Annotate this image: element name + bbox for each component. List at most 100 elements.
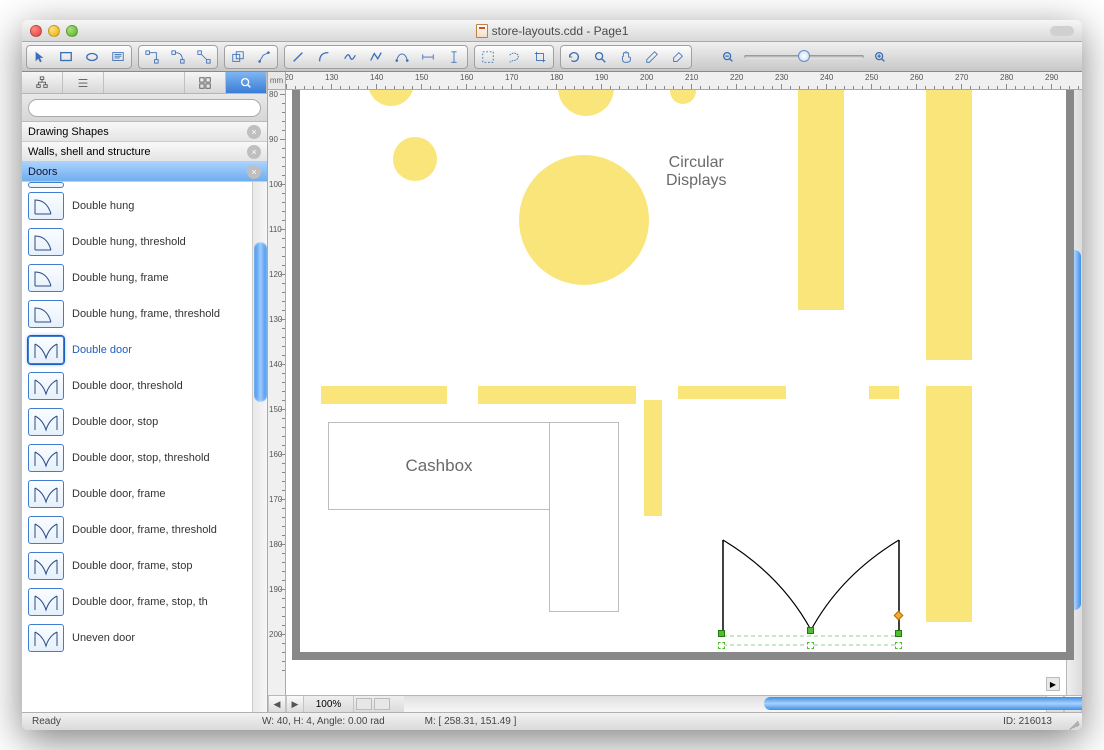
display-circle[interactable]	[519, 155, 649, 285]
category-close-icon[interactable]: ×	[247, 145, 261, 159]
connector-tool-icon[interactable]	[140, 47, 164, 67]
bar-shape[interactable]	[644, 400, 662, 516]
dimension-v-icon[interactable]	[442, 47, 466, 67]
page-tab[interactable]	[374, 698, 390, 710]
hscroll-left-icon[interactable]: ◀	[268, 696, 286, 712]
shape-list-item[interactable]: Double door	[22, 332, 267, 368]
bar-shape[interactable]	[478, 386, 636, 404]
list-tab-icon[interactable]	[63, 72, 104, 93]
shape-list-item[interactable]: Uneven door	[22, 620, 267, 656]
door-shape-icon	[28, 336, 64, 364]
library-category[interactable]: Drawing Shapes×	[22, 122, 267, 142]
zoom-in-icon[interactable]	[868, 47, 892, 67]
shape-list-item[interactable]: Double hung, threshold	[22, 224, 267, 260]
shape-list-item[interactable]: Double hung	[22, 188, 267, 224]
resize-handle[interactable]	[895, 630, 902, 637]
library-category[interactable]: Walls, shell and structure ×	[22, 142, 267, 162]
status-ready: Ready	[32, 716, 222, 727]
pan-tool-icon[interactable]	[614, 47, 638, 67]
eyedropper-icon[interactable]	[640, 47, 664, 67]
sidebar-scrollbar[interactable]	[252, 182, 267, 712]
shelves-shape[interactable]	[798, 90, 844, 310]
shape-label: Double hung	[72, 200, 134, 212]
shape-list-item[interactable]: Double hung, frame	[22, 260, 267, 296]
smart-connector-icon[interactable]	[166, 47, 190, 67]
zoom-slider[interactable]	[716, 47, 892, 67]
line-tool-icon[interactable]	[286, 47, 310, 67]
resize-handle[interactable]	[718, 642, 725, 649]
expand-smart-tag-icon[interactable]: ▶	[1046, 677, 1060, 691]
status-dimensions: W: 40, H: 4, Angle: 0.00 rad	[262, 716, 385, 727]
shape-list-item[interactable]: Double door, threshold	[22, 368, 267, 404]
zoom-tool-icon[interactable]	[588, 47, 612, 67]
grid-tab-icon[interactable]	[185, 72, 226, 93]
dimension-h-icon[interactable]	[416, 47, 440, 67]
polyline-tool-icon[interactable]	[364, 47, 388, 67]
cashbox-shape[interactable]: Cashbox	[328, 422, 550, 510]
resize-handle[interactable]	[718, 630, 725, 637]
hierarchy-tab-icon[interactable]	[22, 72, 63, 93]
library-search-input[interactable]	[28, 99, 261, 117]
category-close-icon[interactable]: ×	[247, 125, 261, 139]
sidebar-scrollthumb[interactable]	[254, 242, 267, 402]
bar-shape[interactable]	[321, 386, 447, 404]
shape-list-item[interactable]: Double door, stop, threshold	[22, 440, 267, 476]
shape-list-item[interactable]: Double door, frame	[22, 476, 267, 512]
category-close-icon[interactable]: ×	[247, 165, 261, 179]
wall-fixture-shape[interactable]	[926, 90, 972, 360]
bar-shape[interactable]	[869, 386, 899, 399]
cashbox-shape[interactable]	[549, 422, 619, 612]
zoom-track[interactable]	[744, 55, 864, 59]
rotate-tool-icon[interactable]	[562, 47, 586, 67]
pointer-tool-icon[interactable]	[28, 47, 52, 67]
page-tab[interactable]	[356, 698, 372, 710]
ruler-vertical[interactable]: 8090100110120130140150160170180190200	[268, 90, 286, 695]
shape-list[interactable]: Double hung Double hung, threshold Double …	[22, 182, 267, 712]
titlebar[interactable]: store-layouts.cdd - Page1	[22, 20, 1082, 42]
category-label: Walls, shell and structure	[28, 146, 150, 158]
bezier-tool-icon[interactable]	[390, 47, 414, 67]
ruler-unit-label[interactable]: mm	[268, 72, 286, 90]
page-tabs[interactable]	[354, 696, 404, 712]
select-nodes-icon[interactable]	[476, 47, 500, 67]
search-tab-icon[interactable]	[226, 72, 267, 93]
hscroll-right-icon[interactable]: ▶	[286, 696, 304, 712]
shape-label: Double hung, threshold	[72, 236, 186, 248]
spline-tool-icon[interactable]	[338, 47, 362, 67]
library-category[interactable]: Doors×	[22, 162, 267, 182]
status-object-id: ID: 216013	[1003, 716, 1052, 727]
display-circle[interactable]	[393, 137, 437, 181]
canvas-hscrollbar[interactable]	[404, 696, 1046, 712]
shape-list-item[interactable]: Double door, frame, threshold	[22, 512, 267, 548]
eraser-icon[interactable]	[666, 47, 690, 67]
rectangle-tool-icon[interactable]	[54, 47, 78, 67]
edit-points-icon[interactable]	[252, 47, 276, 67]
shape-list-item[interactable]: Double door, frame, stop, th	[22, 584, 267, 620]
ruler-horizontal[interactable]: 1201301401501601701801902002102202302402…	[286, 72, 1082, 90]
resize-handle[interactable]	[807, 642, 814, 649]
zoom-display[interactable]: 100%	[304, 696, 354, 712]
resize-handle[interactable]	[807, 627, 814, 634]
lasso-select-icon[interactable]	[502, 47, 526, 67]
zoom-thumb[interactable]	[798, 50, 810, 62]
resize-handle[interactable]	[895, 642, 902, 649]
clone-stamp-icon[interactable]	[226, 47, 250, 67]
zoom-out-icon[interactable]	[716, 47, 740, 67]
door-shape-icon	[28, 552, 64, 580]
drawing-canvas[interactable]: Circular Displays Shelves Wall Fixtures	[286, 90, 1082, 695]
bar-shape[interactable]	[678, 386, 786, 399]
text-tool-icon[interactable]	[106, 47, 130, 67]
toolbar-toggle-icon[interactable]	[1050, 26, 1074, 36]
resize-grip-icon[interactable]	[1068, 716, 1080, 728]
shape-list-item[interactable]: Double door, stop	[22, 404, 267, 440]
direct-connector-icon[interactable]	[192, 47, 216, 67]
wall-fixture-shape[interactable]	[926, 386, 972, 622]
crop-tool-icon[interactable]	[528, 47, 552, 67]
shape-list-item[interactable]: Double hung, frame, threshold	[22, 296, 267, 332]
shape-list-item[interactable]: Double door, frame, stop	[22, 548, 267, 584]
canvas-hscrollthumb[interactable]	[764, 697, 1082, 710]
arc-tool-icon[interactable]	[312, 47, 336, 67]
ellipse-tool-icon[interactable]	[80, 47, 104, 67]
double-door-shape[interactable]	[721, 530, 901, 650]
shape-label: Double hung, frame, threshold	[72, 308, 220, 320]
